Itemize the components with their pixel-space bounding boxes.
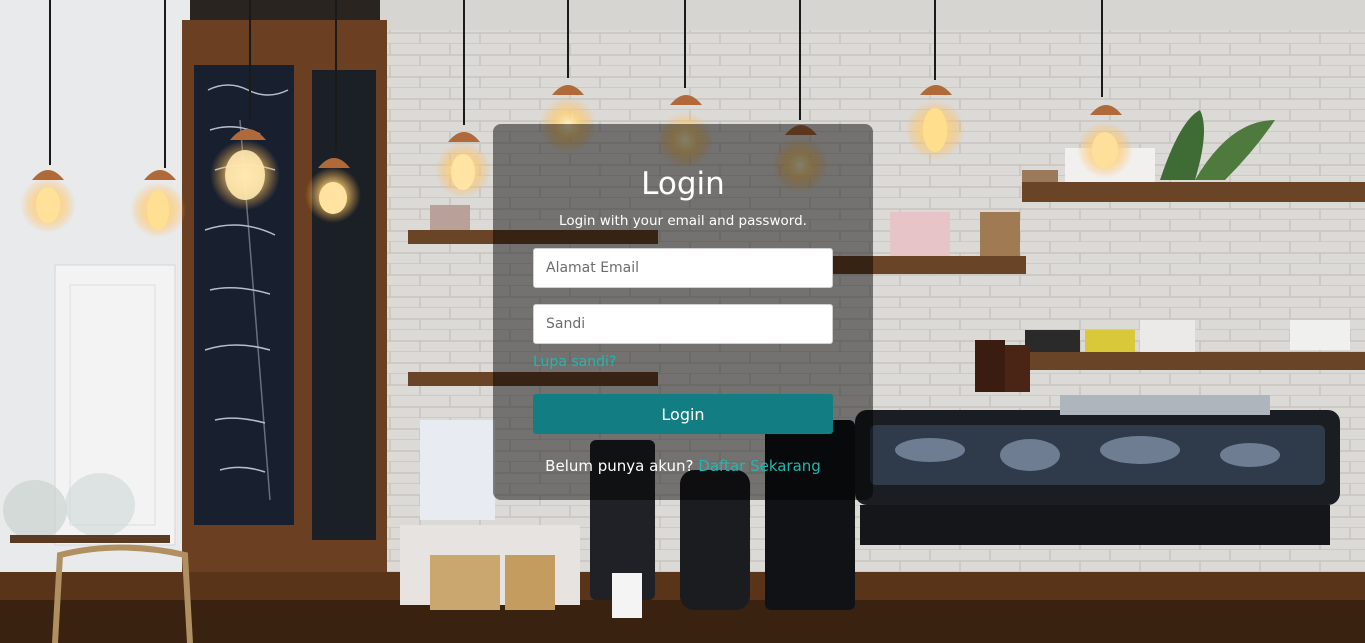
forgot-password-link[interactable]: Lupa sandi? — [533, 352, 616, 372]
login-title: Login — [641, 166, 725, 202]
register-link[interactable]: Daftar Sekarang — [698, 457, 821, 475]
login-button[interactable]: Login — [533, 394, 833, 434]
login-subtitle: Login with your email and password. — [559, 213, 807, 229]
register-prompt-line: Belum punya akun? Daftar Sekarang — [493, 456, 873, 476]
register-prompt-text: Belum punya akun? — [545, 457, 694, 475]
email-input[interactable] — [533, 248, 833, 288]
login-card: Login Login with your email and password… — [493, 124, 873, 500]
password-input[interactable] — [533, 304, 833, 344]
